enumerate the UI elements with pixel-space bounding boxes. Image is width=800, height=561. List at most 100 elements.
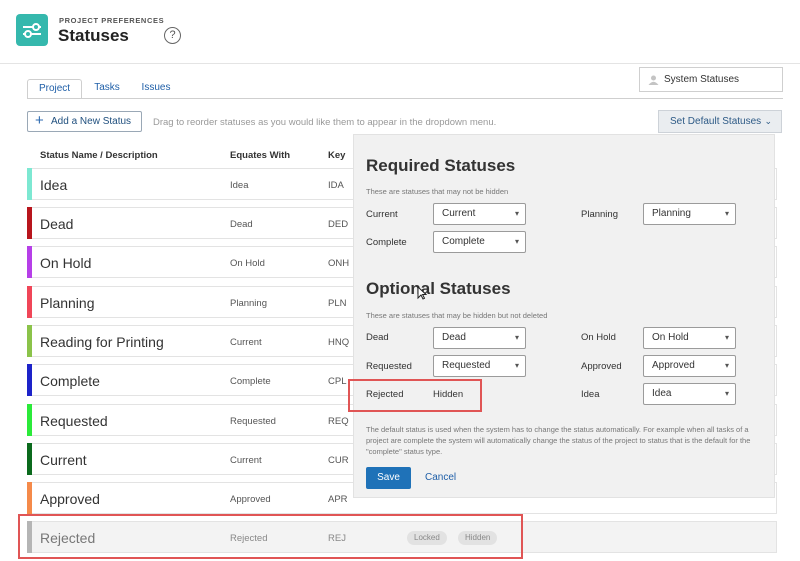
status-key: DED bbox=[328, 219, 349, 230]
status-name: Dead bbox=[40, 216, 74, 232]
current-label: Current bbox=[366, 209, 398, 220]
complete-label: Complete bbox=[366, 237, 407, 248]
tab-issues[interactable]: Issues bbox=[133, 79, 179, 99]
plus-icon: + bbox=[35, 112, 44, 129]
set-default-statuses-label: Set Default Statuses bbox=[670, 116, 762, 127]
status-color-bar bbox=[27, 168, 32, 200]
status-equates: Approved bbox=[230, 494, 271, 505]
current-select-value: Current bbox=[442, 208, 476, 219]
idea-select[interactable]: Idea ▾ bbox=[643, 383, 736, 405]
dead-select-value: Dead bbox=[442, 332, 466, 343]
approved-select-value: Approved bbox=[652, 360, 695, 371]
complete-select[interactable]: Complete ▾ bbox=[433, 231, 526, 253]
planning-select-value: Planning bbox=[652, 208, 691, 219]
approved-label: Approved bbox=[581, 361, 622, 372]
tab-tasks[interactable]: Tasks bbox=[86, 79, 128, 99]
chevron-down-icon: ▾ bbox=[724, 389, 729, 398]
required-statuses-title: Required Statuses bbox=[366, 156, 516, 175]
approved-select[interactable]: Approved ▾ bbox=[643, 355, 736, 377]
chevron-down-icon: ▾ bbox=[514, 361, 519, 370]
status-color-bar bbox=[27, 246, 32, 278]
dead-label: Dead bbox=[366, 332, 389, 343]
status-equates: Current bbox=[230, 337, 262, 348]
mouse-cursor-icon bbox=[417, 285, 428, 303]
cancel-button[interactable]: Cancel bbox=[425, 467, 456, 489]
requested-label: Requested bbox=[366, 361, 412, 372]
planning-select[interactable]: Planning ▾ bbox=[643, 203, 736, 225]
status-equates: Current bbox=[230, 455, 262, 466]
rejected-hidden-highlight bbox=[348, 379, 482, 412]
status-key: REQ bbox=[328, 416, 349, 427]
status-name: Complete bbox=[40, 373, 100, 389]
status-key: APR bbox=[328, 494, 348, 505]
status-color-bar bbox=[27, 325, 32, 357]
status-key: CPL bbox=[328, 376, 347, 387]
default-status-note: The default status is used when the syst… bbox=[366, 425, 751, 456]
requested-select-value: Requested bbox=[442, 360, 491, 371]
chevron-down-icon: ▾ bbox=[724, 209, 729, 218]
question-circle-icon[interactable]: ? bbox=[164, 27, 181, 44]
on-hold-label: On Hold bbox=[581, 332, 616, 343]
on-hold-select-value: On Hold bbox=[652, 332, 689, 343]
chevron-down-icon: ▾ bbox=[514, 237, 519, 246]
optional-statuses-title: Optional Statuses bbox=[366, 279, 511, 298]
header-divider bbox=[0, 63, 800, 64]
user-icon bbox=[648, 75, 659, 87]
status-equates: Idea bbox=[230, 180, 249, 191]
add-new-status-label: Add a New Status bbox=[51, 116, 132, 127]
tab-project[interactable]: Project bbox=[27, 79, 82, 99]
idea-label: Idea bbox=[581, 389, 600, 400]
add-new-status-button[interactable]: + Add a New Status bbox=[27, 111, 142, 132]
status-name: On Hold bbox=[40, 255, 92, 271]
on-hold-select[interactable]: On Hold ▾ bbox=[643, 327, 736, 349]
save-button[interactable]: Save bbox=[366, 467, 411, 489]
rejected-row-highlight bbox=[18, 514, 523, 559]
status-key: HNQ bbox=[328, 337, 350, 348]
set-default-statuses-button[interactable]: Set Default Statuses ⌄ bbox=[658, 110, 782, 133]
reorder-hint: Drag to reorder statuses as you would li… bbox=[153, 117, 497, 128]
status-color-bar bbox=[27, 443, 32, 475]
chevron-down-icon: ▾ bbox=[514, 333, 519, 342]
status-name: Requested bbox=[40, 413, 108, 429]
chevron-down-icon: ▾ bbox=[724, 361, 729, 370]
status-equates: Requested bbox=[230, 416, 276, 427]
status-name: Approved bbox=[40, 491, 100, 507]
chevron-down-icon: ⌄ bbox=[764, 116, 772, 126]
chevron-down-icon: ▾ bbox=[724, 333, 729, 342]
status-name: Idea bbox=[40, 177, 68, 193]
status-name: Reading for Printing bbox=[40, 334, 164, 350]
status-color-bar bbox=[27, 207, 32, 239]
page-title: Statuses bbox=[58, 26, 129, 45]
idea-select-value: Idea bbox=[652, 388, 672, 399]
status-key: ONH bbox=[328, 258, 350, 269]
complete-select-value: Complete bbox=[442, 236, 485, 247]
status-name: Current bbox=[40, 452, 87, 468]
status-equates: Complete bbox=[230, 376, 271, 387]
column-header-key: Key bbox=[328, 150, 346, 161]
page-kicker: PROJECT PREFERENCES bbox=[59, 16, 165, 25]
status-equates: Planning bbox=[230, 298, 267, 309]
column-header-name: Status Name / Description bbox=[40, 150, 158, 161]
current-select[interactable]: Current ▾ bbox=[433, 203, 526, 225]
default-statuses-panel: Required Statuses These are statuses tha… bbox=[353, 134, 775, 498]
system-statuses-button[interactable]: System Statuses bbox=[639, 67, 783, 92]
required-statuses-subtitle: These are statuses that may not be hidde… bbox=[366, 187, 509, 196]
status-color-bar bbox=[27, 286, 32, 318]
status-key: PLN bbox=[328, 298, 347, 309]
planning-label: Planning bbox=[581, 209, 618, 220]
status-key: IDA bbox=[328, 180, 344, 191]
status-equates: Dead bbox=[230, 219, 253, 230]
optional-statuses-subtitle: These are statuses that may be hidden bu… bbox=[366, 311, 548, 320]
column-header-equates: Equates With bbox=[230, 150, 291, 161]
dead-select[interactable]: Dead ▾ bbox=[433, 327, 526, 349]
sliders-app-icon bbox=[16, 14, 48, 46]
status-color-bar bbox=[27, 364, 32, 396]
status-key: CUR bbox=[328, 455, 349, 466]
status-name: Planning bbox=[40, 295, 95, 311]
requested-select[interactable]: Requested ▾ bbox=[433, 355, 526, 377]
status-equates: On Hold bbox=[230, 258, 265, 269]
status-color-bar bbox=[27, 404, 32, 436]
system-statuses-label: System Statuses bbox=[664, 74, 740, 85]
tabs-divider bbox=[27, 98, 783, 99]
status-color-bar bbox=[27, 482, 32, 514]
